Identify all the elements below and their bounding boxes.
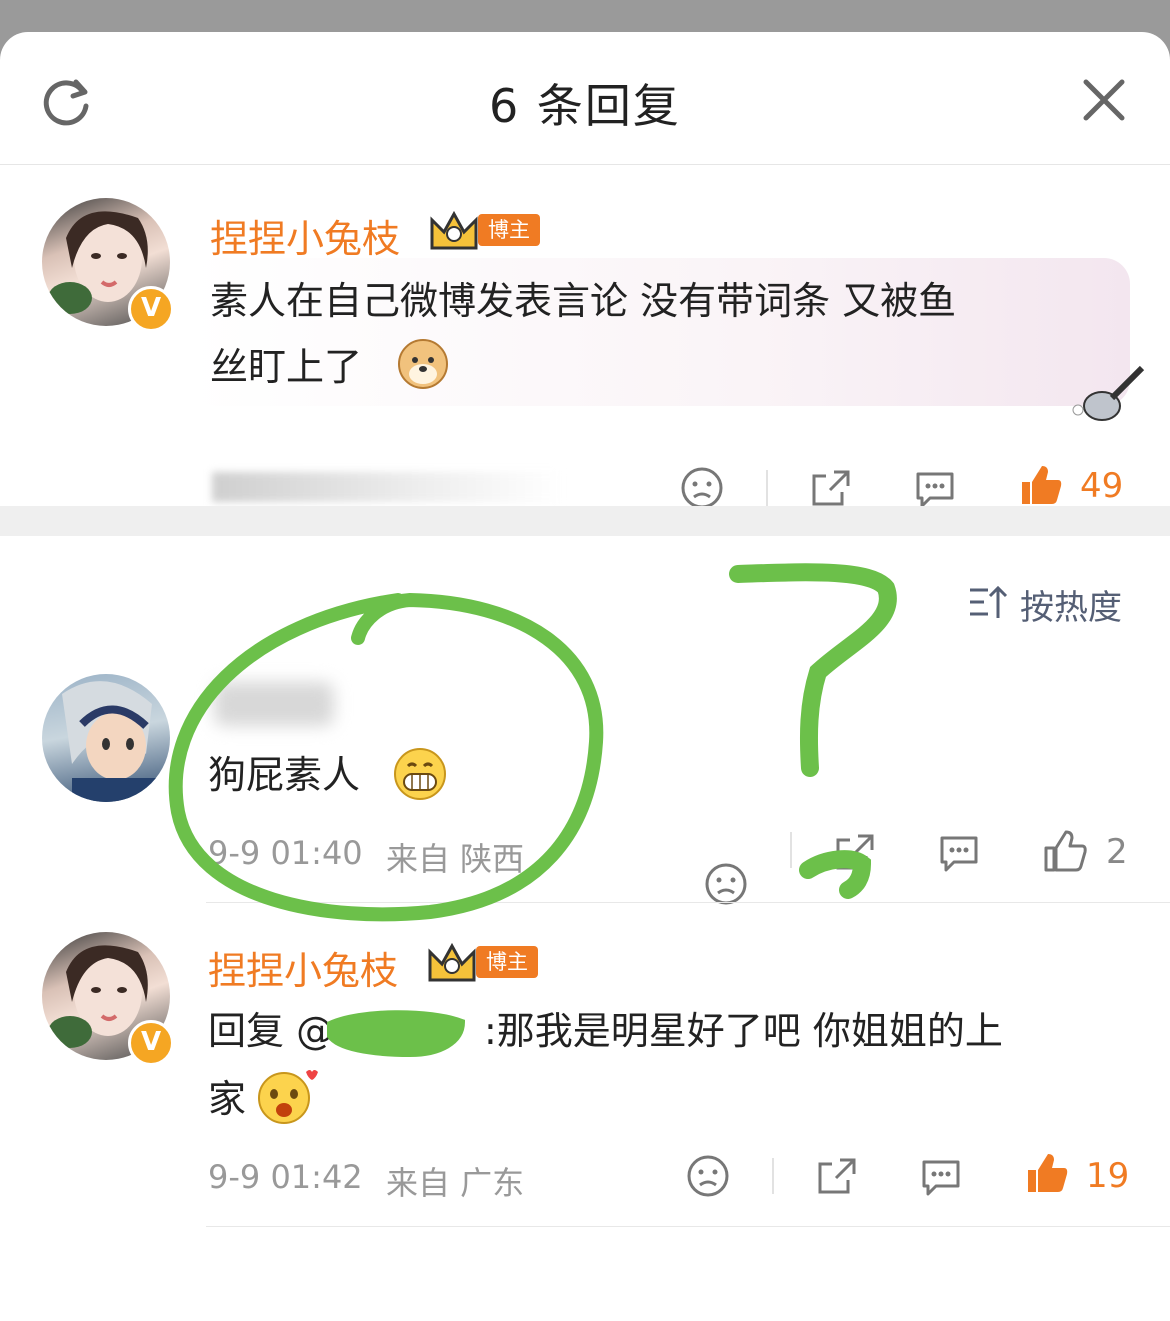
replies-sheet: 6 条回复 V 捏捏小兔枝 博主 素人在自己微博发表言论 没有带词条 又被鱼 丝… [0,32,1170,1321]
annotation-overlay [168,563,897,1058]
